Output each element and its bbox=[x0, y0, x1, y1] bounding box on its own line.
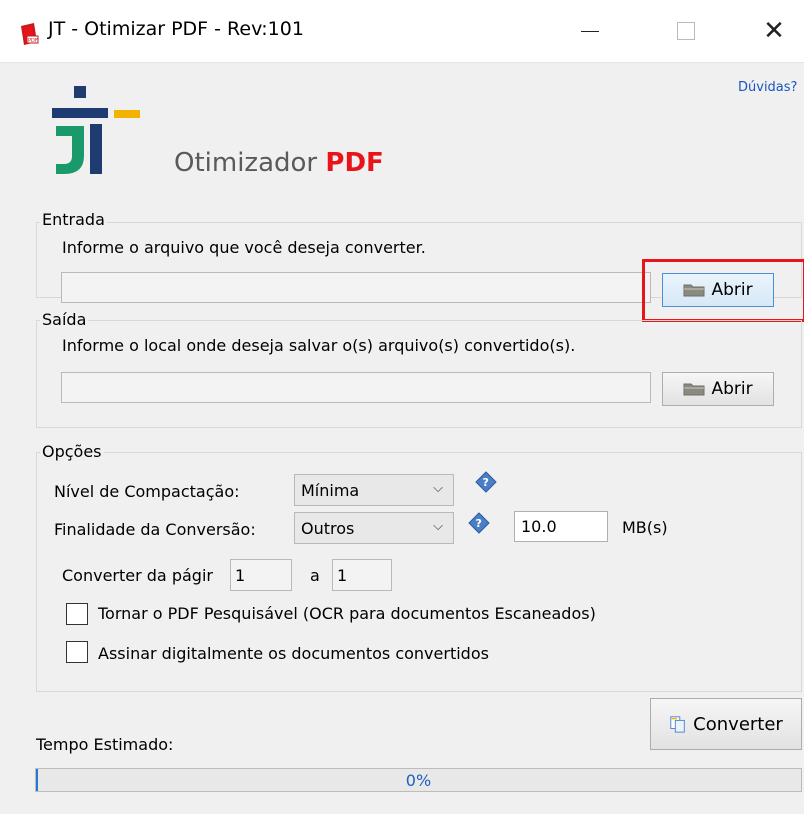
compression-select[interactable]: Mínima ⌵ bbox=[294, 474, 454, 506]
size-unit: MB(s) bbox=[622, 518, 668, 537]
maximize-button[interactable] bbox=[656, 0, 716, 62]
page-range-label: Converter da págir bbox=[62, 566, 213, 585]
folder-icon bbox=[683, 383, 705, 396]
window-title: JT - Otimizar PDF - Rev:101 bbox=[48, 18, 304, 40]
output-open-label: Abrir bbox=[711, 379, 753, 399]
sign-label: Assinar digitalmente os documentos conve… bbox=[98, 644, 489, 663]
progress-text: 0% bbox=[405, 771, 432, 790]
compression-value: Mínima bbox=[301, 480, 360, 500]
ocr-label: Tornar o PDF Pesquisável (OCR para docum… bbox=[98, 604, 596, 623]
page-to-field[interactable]: 1 bbox=[332, 559, 392, 591]
size-field[interactable]: 10.0 bbox=[514, 511, 608, 542]
input-instruction: Informe o arquivo que você deseja conver… bbox=[62, 238, 426, 257]
brand-title: Otimizador PDF bbox=[174, 148, 384, 178]
highlight-box bbox=[642, 259, 804, 322]
output-group-legend: Saída bbox=[40, 310, 89, 329]
chevron-down-icon: ⌵ bbox=[433, 519, 443, 534]
minimize-icon bbox=[581, 30, 599, 32]
close-button[interactable]: ✕ bbox=[744, 0, 804, 62]
purpose-label: Finalidade da Conversão: bbox=[54, 520, 256, 539]
output-open-button[interactable]: Abrir bbox=[662, 372, 774, 406]
convert-label: Converter bbox=[693, 713, 783, 735]
estimated-time-label: Tempo Estimado: bbox=[36, 735, 174, 754]
options-group-legend: Opções bbox=[40, 442, 104, 461]
svg-text:?: ? bbox=[476, 517, 482, 530]
ocr-checkbox[interactable] bbox=[66, 603, 88, 625]
input-file-field[interactable] bbox=[61, 272, 651, 303]
page-to-label: a bbox=[310, 566, 320, 585]
purpose-select[interactable]: Outros ⌵ bbox=[294, 512, 454, 544]
chevron-down-icon: ⌵ bbox=[433, 481, 443, 496]
brand-prefix: Otimizador bbox=[174, 148, 318, 178]
progress-bar: 0% bbox=[35, 768, 802, 792]
convert-button[interactable]: Converter bbox=[650, 698, 802, 750]
page-from-field[interactable]: 1 bbox=[230, 559, 292, 591]
help-link[interactable]: Dúvidas? bbox=[738, 80, 797, 95]
title-bar: PDF JT - Otimizar PDF - Rev:101 ✕ bbox=[0, 0, 804, 63]
svg-text:PDF: PDF bbox=[28, 38, 38, 44]
help-icon[interactable]: ? bbox=[468, 512, 490, 534]
convert-icon bbox=[670, 716, 685, 733]
sign-checkbox[interactable] bbox=[66, 641, 88, 663]
output-path-field[interactable] bbox=[61, 372, 651, 403]
input-group-legend: Entrada bbox=[40, 210, 107, 229]
brand-highlight: PDF bbox=[325, 148, 384, 178]
help-icon[interactable]: ? bbox=[475, 471, 497, 493]
compression-label: Nível de Compactação: bbox=[54, 482, 240, 501]
output-instruction: Informe o local onde deseja salvar o(s) … bbox=[62, 336, 576, 355]
purpose-value: Outros bbox=[301, 518, 355, 538]
svg-text:?: ? bbox=[483, 476, 489, 489]
minimize-button[interactable] bbox=[560, 0, 620, 62]
pdf-app-icon: PDF bbox=[21, 23, 39, 45]
jt-logo bbox=[52, 86, 140, 174]
close-icon: ✕ bbox=[763, 16, 785, 46]
maximize-icon bbox=[677, 22, 695, 40]
